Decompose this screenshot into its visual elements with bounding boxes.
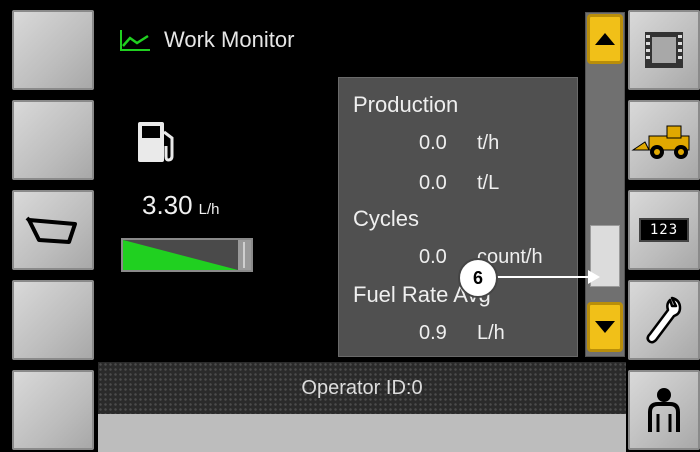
fuel-rate-avg-unit: L/h (477, 322, 505, 344)
page-title: Work Monitor (164, 27, 295, 52)
left-softkey-4[interactable] (12, 280, 94, 360)
fuel-rate-unit: L/h (198, 201, 220, 218)
right-softkey-service[interactable] (628, 280, 700, 360)
left-softkey-2[interactable] (12, 100, 94, 180)
production-panel: Production 0.0 t/h 0.0 t/L Cycles 0.0 co… (338, 77, 578, 357)
fuel-pump-icon (138, 122, 174, 162)
scroll-up-button[interactable] (587, 14, 623, 64)
production-per-litre-value: 0.0 (419, 172, 447, 194)
display-screen: Work Monitor 3.30 L/h Production 0.0 t/h … (0, 0, 700, 452)
title-bar: Work Monitor (118, 24, 294, 56)
fuel-level-bar (121, 238, 253, 272)
operator-icon (648, 388, 680, 432)
wrench-icon (646, 296, 682, 344)
callout-number: 6 (458, 258, 498, 298)
cycles-label: Cycles (353, 206, 420, 231)
bottom-status-strip (98, 414, 626, 452)
fuel-rate-value: 3.30 (142, 190, 193, 220)
counter-123-icon: 123 (639, 218, 689, 242)
fuel-rate-avg-value: 0.9 (419, 322, 447, 344)
production-label: Production (353, 92, 459, 117)
callout-arrowhead (588, 270, 600, 284)
cycles-value: 0.0 (419, 246, 447, 268)
fuel-level-fill (123, 240, 251, 270)
wheel-loader-icon (631, 125, 690, 159)
scroll-down-button[interactable] (587, 302, 623, 352)
operator-id-text: Operator ID:0 (301, 376, 423, 399)
callout-leader-line (496, 276, 596, 278)
operator-bar: Operator ID:0 (98, 362, 626, 414)
chart-line-icon (120, 30, 150, 51)
production-per-litre-unit: t/L (477, 172, 500, 194)
arrow-up-icon (595, 33, 615, 45)
right-softkey-operator[interactable] (628, 370, 700, 450)
left-softkey-1[interactable] (12, 10, 94, 90)
counter-123-text: 123 (649, 222, 679, 238)
camera-film-icon (645, 32, 683, 68)
right-softkey-camera[interactable] (628, 10, 700, 90)
left-softkey-5[interactable] (12, 370, 94, 450)
production-rate-unit: t/h (477, 132, 500, 154)
arrow-down-icon (595, 321, 615, 333)
right-softkey-counter[interactable]: 123 (628, 190, 700, 270)
production-rate-value: 0.0 (419, 132, 447, 154)
left-softkey-bucket[interactable] (12, 190, 94, 270)
fuel-rate-readout: 3.30 L/h (142, 190, 219, 221)
right-softkey-machine[interactable] (628, 100, 700, 180)
bucket-icon (25, 216, 77, 244)
